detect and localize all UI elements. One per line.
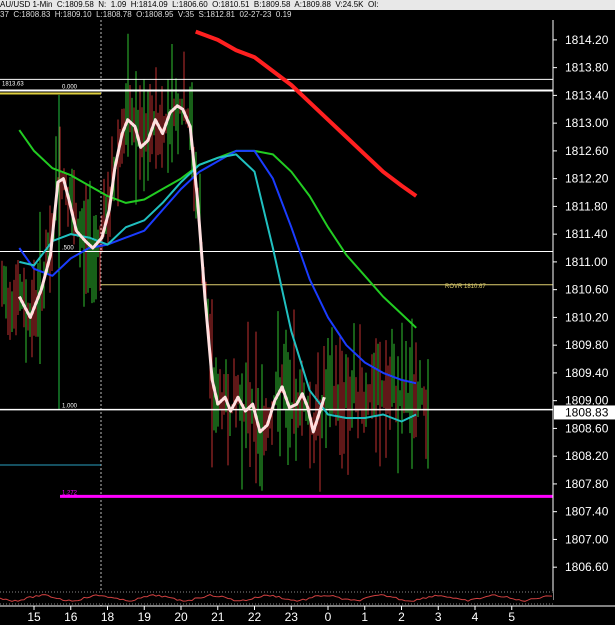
x-tick-label: 20 — [174, 610, 188, 624]
y-tick-label: 1811.00 — [565, 255, 608, 269]
y-tick-label: 1813.00 — [565, 116, 609, 130]
oscillator-panel — [0, 591, 553, 605]
y-tick-label: 1814.20 — [565, 33, 609, 47]
y-tick-label: 1810.60 — [565, 283, 609, 297]
x-tick-label: 0 — [325, 610, 332, 624]
y-tick-label: 1811.80 — [565, 199, 608, 213]
chart-background — [0, 20, 615, 625]
y-tick-label: 1807.00 — [565, 532, 609, 546]
y-tick-label: 1813.80 — [565, 61, 609, 75]
x-tick-label: 16 — [64, 610, 78, 624]
x-tick-label: 2 — [398, 610, 405, 624]
x-tick-label: 5 — [508, 610, 515, 624]
x-tick-label: 23 — [285, 610, 299, 624]
current-price-label: 1808.83 — [565, 405, 609, 419]
level-500-label: .500 — [62, 245, 74, 251]
price-chart[interactable]: 1813.63 0.000 .500 ROVR 1810.67 1.000 1.272 1… — [0, 20, 615, 625]
x-tick-label: 18 — [101, 610, 115, 624]
x-tick-label: 1 — [361, 610, 368, 624]
y-tick-label: 1809.80 — [565, 338, 609, 352]
y-tick-label: 1807.80 — [565, 477, 609, 491]
bar-info-header: 37 C:1808.83 H:1809.10 L:1808.78 O:1808.… — [0, 10, 615, 20]
x-tick-label: 4 — [472, 610, 479, 624]
x-tick-label: 15 — [27, 610, 41, 624]
x-axis-bg — [0, 606, 615, 625]
y-tick-label: 1807.40 — [565, 505, 609, 519]
y-tick-label: 1808.60 — [565, 421, 609, 435]
y-tick-label: 1813.40 — [565, 88, 609, 102]
y-tick-label: 1811.40 — [565, 227, 608, 241]
level-000-label: 0.000 — [62, 85, 78, 91]
level-1000-label: 1.000 — [62, 404, 78, 410]
y-tick-label: 1809.40 — [565, 366, 609, 380]
y-tick-label: 1812.20 — [565, 172, 609, 186]
y-tick-label: 1808.20 — [565, 449, 609, 463]
x-tick-label: 21 — [211, 610, 225, 624]
x-tick-label: 3 — [435, 610, 442, 624]
y-tick-label: 1806.60 — [565, 560, 609, 574]
quote-header: AU/USD 1-Min C:1809.58 N: 1.09 H:1814.09… — [0, 0, 615, 10]
x-tick-label: 19 — [138, 610, 152, 624]
rovr-label: ROVR 1810.67 — [445, 284, 486, 290]
x-tick-label: 22 — [248, 610, 262, 624]
y-tick-label: 1812.60 — [565, 144, 609, 158]
top-level-label: 1813.63 — [2, 81, 24, 87]
y-tick-label: 1810.20 — [565, 310, 609, 324]
level-1272-label: 1.272 — [62, 490, 78, 496]
